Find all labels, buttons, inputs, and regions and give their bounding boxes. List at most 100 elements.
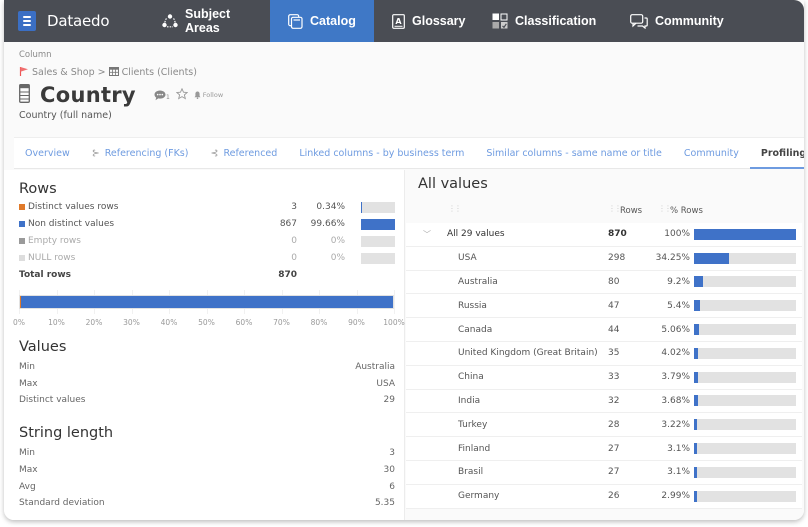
value-percent: 3.1% bbox=[667, 443, 690, 454]
tab-label: Overview bbox=[25, 147, 70, 159]
collapse-chevron-icon[interactable]: ﹀ bbox=[423, 229, 431, 240]
value-label: Canada bbox=[458, 324, 493, 335]
stat-label: Min bbox=[19, 362, 35, 372]
nav-label: Subject Areas bbox=[185, 7, 231, 35]
value-percent-bar bbox=[694, 419, 796, 431]
table-row[interactable]: Finland 27 3.1% bbox=[406, 437, 802, 461]
stat-value: 6 bbox=[389, 481, 395, 492]
rows-stat-row: Distinct values rows 3 0.34% bbox=[19, 199, 397, 215]
value-rows: 27 bbox=[608, 467, 620, 478]
stat-label: Avg bbox=[19, 481, 36, 492]
table-row-total[interactable]: ﹀ All 29 values 870 100% bbox=[406, 223, 802, 247]
stat-value: 29 bbox=[383, 395, 395, 405]
value-label: United Kingdom (Great Britain) bbox=[458, 348, 598, 359]
value-label: Russia bbox=[458, 300, 487, 311]
nav-community[interactable]: Community bbox=[616, 0, 736, 42]
object-header: Column Sales & Shop > Clients (Clients) … bbox=[19, 50, 223, 121]
value-rows: 47 bbox=[608, 300, 620, 311]
values-stat-row: Distinct values 29 bbox=[19, 392, 395, 408]
breadcrumb: Sales & Shop > Clients (Clients) bbox=[19, 66, 223, 79]
tab-similar-columns[interactable]: Similar columns - same name or title bbox=[475, 138, 673, 169]
nav-subject-areas[interactable]: Subject Areas bbox=[148, 0, 270, 42]
tab-label: Referenced bbox=[223, 147, 278, 159]
column-drag-handle[interactable]: ⋮⋮ bbox=[448, 204, 462, 213]
table-row[interactable]: Canada 44 5.06% bbox=[406, 318, 802, 342]
community-icon bbox=[630, 13, 648, 29]
table-row[interactable]: USA 298 34.25% bbox=[406, 247, 802, 271]
axis-tick-label: 100% bbox=[383, 318, 405, 327]
string-length-stat-row: Avg 6 bbox=[19, 479, 395, 495]
brand[interactable]: Dataedo bbox=[4, 0, 148, 42]
table-row[interactable]: United Kingdom (Great Britain) 35 4.02% bbox=[406, 342, 802, 366]
stat-value: 5.35 bbox=[374, 498, 395, 509]
comments-button[interactable]: 1 bbox=[154, 90, 170, 101]
string-length-section-title: String length bbox=[19, 425, 114, 441]
values-stat-row: Max USA bbox=[19, 376, 395, 392]
tab-label: Linked columns - by business term bbox=[299, 147, 465, 159]
col-header-rows[interactable]: Rows bbox=[620, 206, 642, 216]
rows-stat-percent: 99.66% bbox=[310, 219, 345, 229]
stat-label: Distinct values bbox=[19, 395, 86, 405]
legend-swatch-icon bbox=[19, 255, 25, 261]
profiling-summary-panel: Rows Distinct values rows 3 0.34% Non disti… bbox=[4, 170, 405, 520]
value-label: Brasil bbox=[458, 467, 484, 478]
tab-profiling[interactable]: Profiling bbox=[749, 138, 804, 169]
rows-stat-label-text: NULL rows bbox=[28, 253, 76, 263]
table-row[interactable]: Germany 26 2.99% bbox=[406, 485, 802, 509]
table-row[interactable]: Brasil 27 3.1% bbox=[406, 461, 802, 485]
value-label: China bbox=[458, 372, 484, 383]
table-row[interactable]: Russia 47 5.4% bbox=[406, 294, 802, 319]
breadcrumb-subject-area[interactable]: Sales & Shop bbox=[32, 67, 95, 78]
table-row[interactable]: China 33 3.79% bbox=[406, 366, 802, 390]
table-row[interactable]: Australia 80 9.2% bbox=[406, 271, 802, 295]
rows-stacked-bar bbox=[19, 295, 394, 309]
rows-stat-percent: 0.34% bbox=[316, 202, 345, 212]
value-percent-bar-fill bbox=[694, 300, 700, 312]
value-percent-bar bbox=[694, 490, 796, 502]
svg-text:A: A bbox=[395, 17, 402, 26]
column-drag-handle[interactable]: ⋮⋮ bbox=[658, 204, 672, 213]
table-row[interactable]: Turkey 28 3.22% bbox=[406, 413, 802, 438]
breadcrumb-table[interactable]: Clients (Clients) bbox=[122, 67, 197, 78]
dataedo-logo-icon bbox=[18, 11, 36, 31]
tab-referenced[interactable]: ⊰ Referenced bbox=[199, 138, 288, 169]
value-rows: 33 bbox=[608, 372, 620, 383]
values-table: ﹀ All 29 values 870 100% USA 298 34.25% Aus… bbox=[406, 223, 802, 509]
nav-glossary[interactable]: A Glossary bbox=[374, 0, 478, 42]
column-drag-handle[interactable]: ⋮⋮ bbox=[608, 204, 622, 213]
subject-areas-icon bbox=[162, 14, 178, 28]
value-rows: 298 bbox=[608, 253, 626, 264]
total-rows-value: 870 bbox=[278, 270, 297, 280]
value-percent-bar-fill bbox=[694, 490, 698, 502]
value-percent-bar-fill bbox=[694, 347, 699, 359]
rows-stat-row: NULL rows 0 0% bbox=[19, 250, 397, 266]
follow-button[interactable]: Follow bbox=[194, 91, 223, 99]
rows-chart-axis: 0% 10% 20% 30% 40% 50% 60% 70% 80% 90% 100% bbox=[13, 318, 405, 330]
axis-tick-label: 40% bbox=[160, 318, 178, 327]
value-rows: 28 bbox=[608, 419, 620, 430]
value-percent: 100% bbox=[664, 229, 690, 240]
axis-tick-label: 10% bbox=[48, 318, 65, 327]
tab-overview[interactable]: Overview bbox=[14, 138, 81, 169]
col-header-pct-rows[interactable]: % Rows bbox=[670, 206, 703, 216]
nav-classification[interactable]: Classification bbox=[478, 0, 616, 42]
value-percent: 3.1% bbox=[667, 467, 690, 478]
nav-catalog[interactable]: Catalog bbox=[270, 0, 374, 42]
table-row[interactable]: India 32 3.68% bbox=[406, 390, 802, 414]
string-length-stat-row: Standard deviation 5.35 bbox=[19, 495, 395, 511]
tab-community[interactable]: Community bbox=[673, 138, 750, 169]
value-percent-bar bbox=[694, 300, 796, 312]
table-icon bbox=[108, 66, 119, 79]
rows-stat-row: Empty rows 0 0% bbox=[19, 233, 397, 249]
column-icon bbox=[19, 83, 30, 107]
tab-bar: Overview ⊱ Referencing (FKs) ⊰ Referenced … bbox=[14, 137, 804, 169]
rows-stat-label-text: Empty rows bbox=[28, 236, 81, 246]
favorite-star-icon[interactable] bbox=[175, 87, 189, 103]
string-length-stat-row: Min 3 bbox=[19, 445, 395, 461]
tab-linked-columns[interactable]: Linked columns - by business term bbox=[288, 138, 475, 169]
legend-swatch-icon bbox=[19, 238, 25, 244]
rows-stat-label: Non distinct values bbox=[19, 219, 259, 229]
rows-stat-count: 0 bbox=[291, 236, 297, 246]
tab-referencing[interactable]: ⊱ Referencing (FKs) bbox=[81, 138, 200, 169]
app-window: Dataedo Subject Areas Catalog A Glossary… bbox=[4, 0, 804, 520]
